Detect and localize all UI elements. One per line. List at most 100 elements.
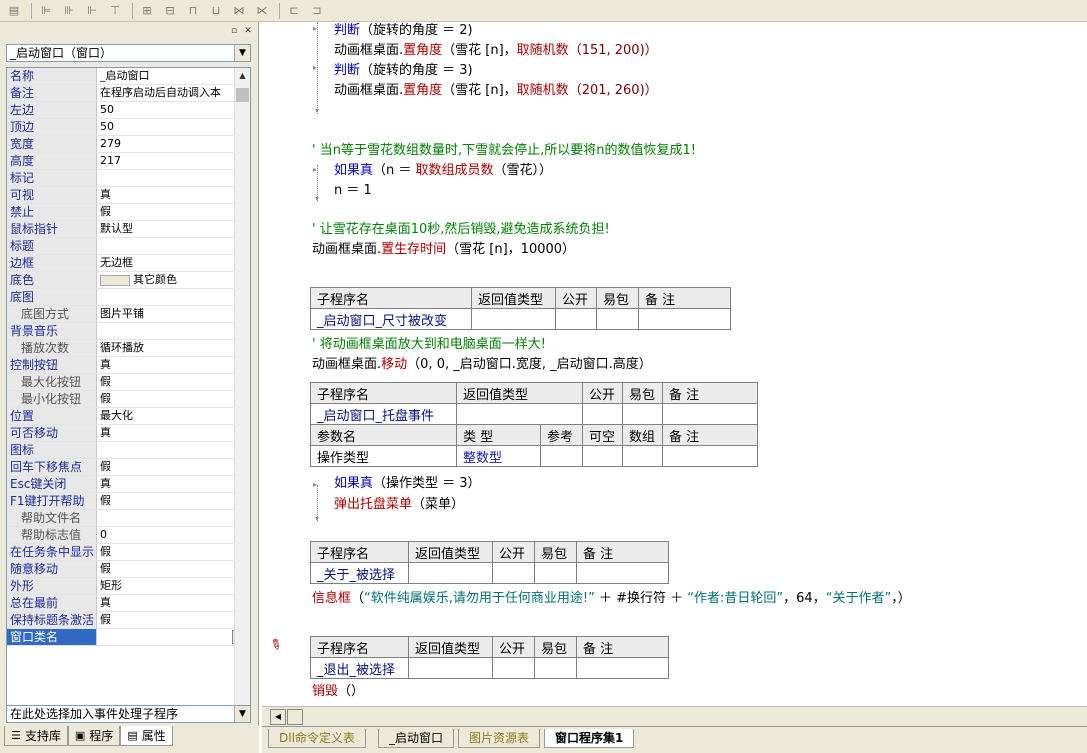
table-cell[interactable]: [408, 657, 493, 679]
chevron-down-icon[interactable]: ▼: [234, 45, 250, 61]
property-value[interactable]: 默认型: [97, 221, 250, 237]
align-center-icon[interactable]: ⊪: [59, 2, 79, 20]
property-row[interactable]: 图标: [7, 442, 250, 459]
tab-properties[interactable]: ▤ 属性: [120, 726, 173, 746]
param-type[interactable]: 整数型: [456, 445, 541, 467]
center-h-icon[interactable]: ⊏: [284, 2, 304, 20]
property-row[interactable]: 外形 矩形: [7, 578, 250, 595]
property-value[interactable]: 矩形: [97, 578, 250, 594]
property-row[interactable]: Esc键关闭真: [7, 476, 250, 493]
table-cell[interactable]: [456, 403, 583, 425]
property-value[interactable]: [97, 510, 250, 526]
subroutine-name[interactable]: _退出_被选择: [310, 657, 409, 679]
property-value[interactable]: 假: [97, 204, 250, 220]
property-row[interactable]: 禁止假: [7, 204, 250, 221]
property-row[interactable]: 总在最前真: [7, 595, 250, 612]
property-value[interactable]: 在程序启动后自动调入本: [97, 85, 250, 101]
subroutine-name[interactable]: _关于_被选择: [310, 562, 409, 584]
property-row[interactable]: 宽度 279: [7, 136, 250, 153]
property-row[interactable]: 播放次数 循环播放: [7, 340, 250, 357]
table-cell[interactable]: [471, 308, 556, 330]
property-row[interactable]: 标记: [7, 170, 250, 187]
property-value[interactable]: 0: [97, 527, 250, 543]
property-value[interactable]: [97, 289, 250, 305]
property-value[interactable]: 无边框: [97, 255, 250, 271]
property-value[interactable]: [97, 238, 250, 254]
table-cell[interactable]: [662, 445, 758, 467]
property-value[interactable]: [97, 629, 232, 645]
table-cell[interactable]: [662, 403, 758, 425]
property-value[interactable]: 假: [97, 374, 250, 390]
scroll-thumb[interactable]: [236, 88, 249, 102]
scroll-left-icon[interactable]: ◀: [270, 709, 286, 725]
property-value[interactable]: 假: [97, 561, 250, 577]
property-value[interactable]: 279: [97, 136, 250, 152]
scroll-up-icon[interactable]: ▲: [235, 68, 250, 84]
property-value[interactable]: 50: [97, 102, 250, 118]
property-value[interactable]: [97, 170, 250, 186]
table-cell[interactable]: [582, 445, 623, 467]
table-cell[interactable]: [555, 308, 597, 330]
table-cell[interactable]: [596, 308, 639, 330]
property-row[interactable]: 回车下移焦点假: [7, 459, 250, 476]
table-cell[interactable]: [576, 657, 669, 679]
tab-image-resources[interactable]: 图片资源表: [458, 729, 541, 748]
property-row[interactable]: 可视真: [7, 187, 250, 204]
property-row[interactable]: 帮助文件名: [7, 510, 250, 527]
align-right-icon[interactable]: ⊩: [82, 2, 102, 20]
property-value[interactable]: 真: [97, 595, 250, 611]
property-row[interactable]: 底色 其它颜色: [7, 272, 250, 289]
property-row[interactable]: 顶边 50: [7, 119, 250, 136]
space-h-icon[interactable]: ⋉: [252, 2, 272, 20]
property-row[interactable]: 鼠标指针 默认型: [7, 221, 250, 238]
tab-support-library[interactable]: ☰ 支持库: [4, 726, 68, 746]
property-row[interactable]: 名称 _启动窗口: [7, 68, 250, 85]
property-value[interactable]: 假: [97, 544, 250, 560]
same-width-icon[interactable]: ⊓: [183, 2, 203, 20]
table-cell[interactable]: [582, 403, 623, 425]
scroll-thumb[interactable]: [287, 709, 303, 725]
center-v-icon[interactable]: ⊐: [307, 2, 327, 20]
property-value[interactable]: 最大化: [97, 408, 250, 424]
property-row[interactable]: 位置 最大化: [7, 408, 250, 425]
property-row[interactable]: 帮助标志值 0: [7, 527, 250, 544]
tab-dll-commands[interactable]: Dll命令定义表: [268, 729, 366, 748]
property-row[interactable]: 在任务条中显示假: [7, 544, 250, 561]
table-cell[interactable]: [638, 308, 731, 330]
property-value[interactable]: 真: [97, 476, 250, 492]
property-value[interactable]: [97, 442, 250, 458]
property-row[interactable]: 背景音乐: [7, 323, 250, 340]
table-cell[interactable]: [622, 445, 663, 467]
table-cell[interactable]: [492, 562, 535, 584]
chevron-down-icon[interactable]: ▼: [234, 706, 250, 722]
property-row[interactable]: 左边 50: [7, 102, 250, 119]
property-value[interactable]: 真: [97, 357, 250, 373]
property-row[interactable]: 边框 无边框: [7, 255, 250, 272]
property-value[interactable]: 假: [97, 459, 250, 475]
property-value[interactable]: 假: [97, 493, 250, 509]
properties-icon[interactable]: ▤: [4, 2, 24, 20]
property-value[interactable]: 真: [97, 187, 250, 203]
table-cell[interactable]: [534, 657, 577, 679]
property-value[interactable]: 假: [97, 612, 250, 628]
property-row[interactable]: 随意移动假: [7, 561, 250, 578]
property-scrollbar[interactable]: ▲ ▼: [234, 68, 250, 720]
tab-program[interactable]: ▣ 程序: [67, 726, 121, 746]
property-row[interactable]: 底图方式 图片平铺: [7, 306, 250, 323]
event-select[interactable]: 在此处选择加入事件处理子程序 ▼: [6, 705, 251, 723]
property-row[interactable]: 标题: [7, 238, 250, 255]
align-middle-icon[interactable]: ⊞: [137, 2, 157, 20]
property-value[interactable]: 其它颜色: [97, 272, 250, 288]
same-height-icon[interactable]: ⊔: [206, 2, 226, 20]
subroutine-name[interactable]: _启动窗口_托盘事件: [310, 403, 457, 425]
property-value[interactable]: 假: [97, 391, 250, 407]
property-value[interactable]: 217: [97, 153, 250, 169]
property-value[interactable]: 真: [97, 425, 250, 441]
pin-icon[interactable]: ▫: [228, 25, 240, 37]
same-size-icon[interactable]: ⋈: [229, 2, 249, 20]
property-row[interactable]: 窗口类名···: [7, 629, 250, 646]
property-row[interactable]: 底图: [7, 289, 250, 306]
table-cell[interactable]: [492, 657, 535, 679]
property-value[interactable]: 图片平铺: [97, 306, 250, 322]
align-bottom-icon[interactable]: ⊟: [160, 2, 180, 20]
